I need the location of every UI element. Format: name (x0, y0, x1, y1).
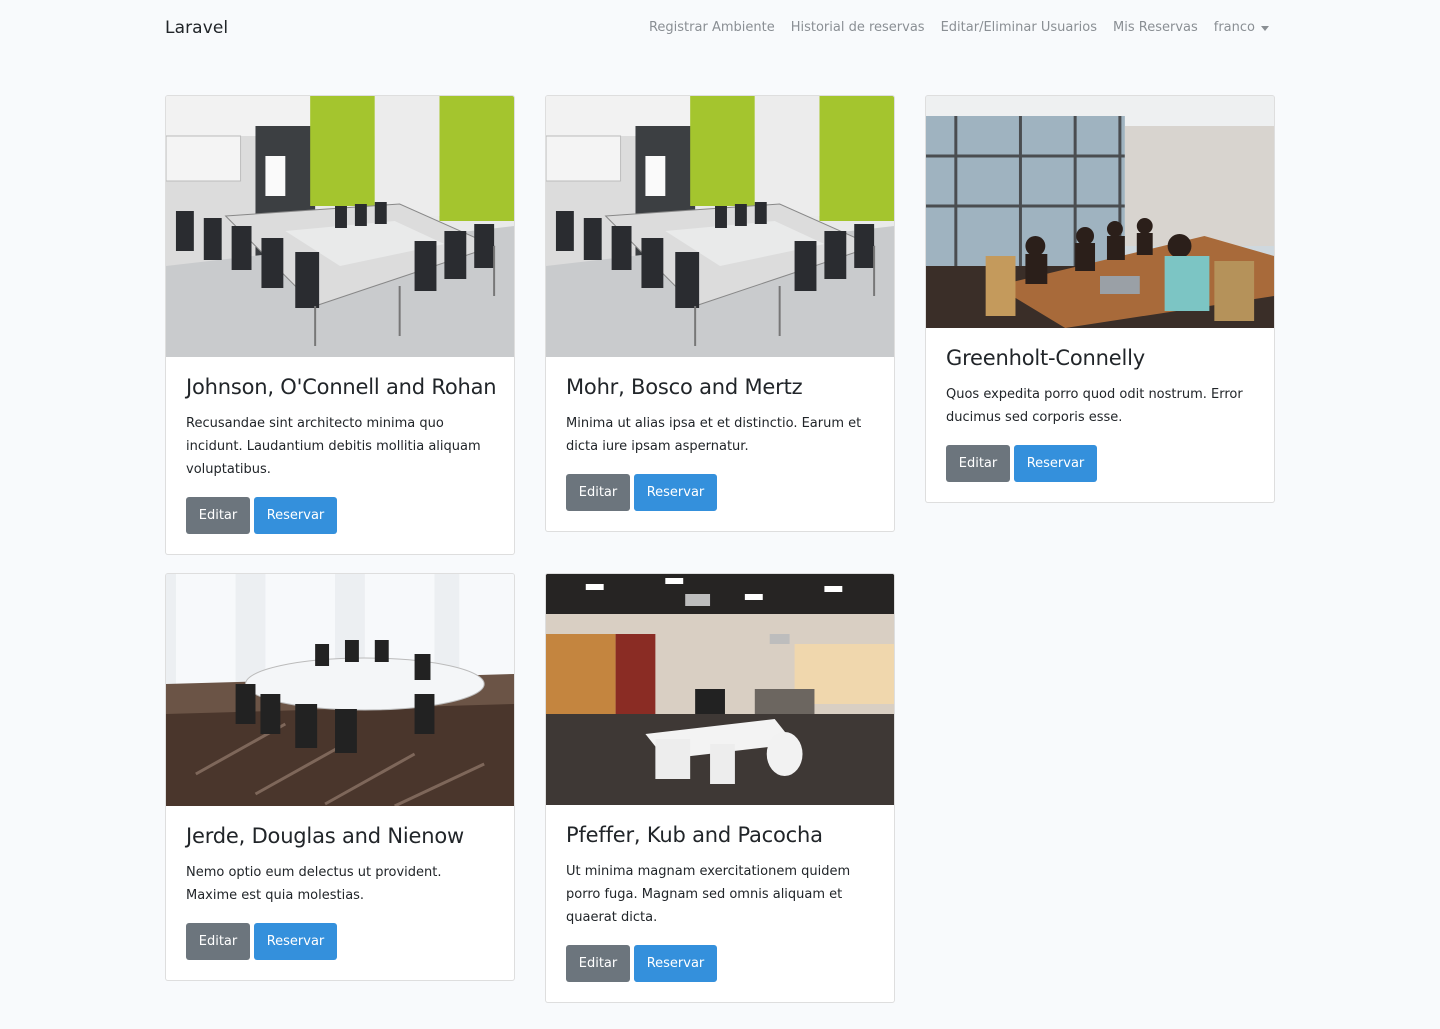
room-card: Jerde, Douglas and Nienow Nemo optio eum… (165, 573, 515, 981)
navbar: Laravel Registrar Ambiente Historial de … (0, 0, 1440, 55)
nav-registrar-ambiente[interactable]: Registrar Ambiente (649, 20, 775, 35)
edit-button[interactable]: Editar (566, 474, 630, 511)
card-actions: Editar Reservar (186, 497, 494, 534)
card-title: Mohr, Bosco and Mertz (566, 375, 803, 399)
card-text: Ut minima magnam exercitationem quidem p… (566, 864, 851, 925)
brand-link[interactable]: Laravel (165, 18, 228, 38)
card-actions: Editar Reservar (566, 945, 874, 982)
card-title: Jerde, Douglas and Nienow (186, 824, 464, 848)
reserve-button[interactable]: Reservar (634, 945, 717, 982)
room-image (926, 96, 1274, 328)
edit-button[interactable]: Editar (186, 497, 250, 534)
nav-mis-reservas[interactable]: Mis Reservas (1113, 20, 1198, 35)
card-text: Minima ut alias ipsa et et distinctio. E… (566, 416, 862, 454)
user-dropdown[interactable]: franco (1214, 20, 1269, 35)
card-body: Mohr, Bosco and Mertz Minima ut alias ip… (546, 357, 894, 531)
card-actions: Editar Reservar (186, 923, 494, 960)
reserve-button[interactable]: Reservar (1014, 445, 1097, 482)
card-body: Jerde, Douglas and Nienow Nemo optio eum… (166, 806, 514, 980)
nav-historial-reservas[interactable]: Historial de reservas (791, 20, 925, 35)
caret-down-icon (1261, 25, 1269, 31)
room-image (166, 574, 514, 806)
card-body: Johnson, O'Connell and Rohan Recusandae … (166, 357, 514, 554)
edit-button[interactable]: Editar (186, 923, 250, 960)
card-body: Pfeffer, Kub and Pacocha Ut minima magna… (546, 805, 894, 1002)
reserve-button[interactable]: Reservar (254, 923, 337, 960)
nav-editar-usuarios[interactable]: Editar/Eliminar Usuarios (941, 20, 1097, 35)
card-text: Quos expedita porro quod odit nostrum. E… (946, 387, 1243, 425)
card-text: Nemo optio eum delectus ut provident. Ma… (186, 865, 442, 903)
card-title: Pfeffer, Kub and Pacocha (566, 823, 823, 847)
nav-links: Registrar Ambiente Historial de reservas… (649, 20, 1275, 35)
reserve-button[interactable]: Reservar (254, 497, 337, 534)
edit-button[interactable]: Editar (566, 945, 630, 982)
card-actions: Editar Reservar (566, 474, 874, 511)
edit-button[interactable]: Editar (946, 445, 1010, 482)
room-card: Greenholt-Connelly Quos expedita porro q… (925, 95, 1275, 503)
room-card: Johnson, O'Connell and Rohan Recusandae … (165, 95, 515, 555)
user-name: franco (1213, 20, 1255, 35)
room-image (166, 96, 514, 357)
room-image (546, 96, 894, 357)
card-text: Recusandae sint architecto minima quo in… (186, 416, 481, 477)
reserve-button[interactable]: Reservar (634, 474, 717, 511)
room-card: Pfeffer, Kub and Pacocha Ut minima magna… (545, 573, 895, 1003)
card-actions: Editar Reservar (946, 445, 1254, 482)
card-title: Johnson, O'Connell and Rohan (186, 375, 497, 399)
card-body: Greenholt-Connelly Quos expedita porro q… (926, 328, 1274, 502)
room-image (546, 574, 894, 805)
card-title: Greenholt-Connelly (946, 346, 1145, 370)
room-card: Mohr, Bosco and Mertz Minima ut alias ip… (545, 95, 895, 532)
